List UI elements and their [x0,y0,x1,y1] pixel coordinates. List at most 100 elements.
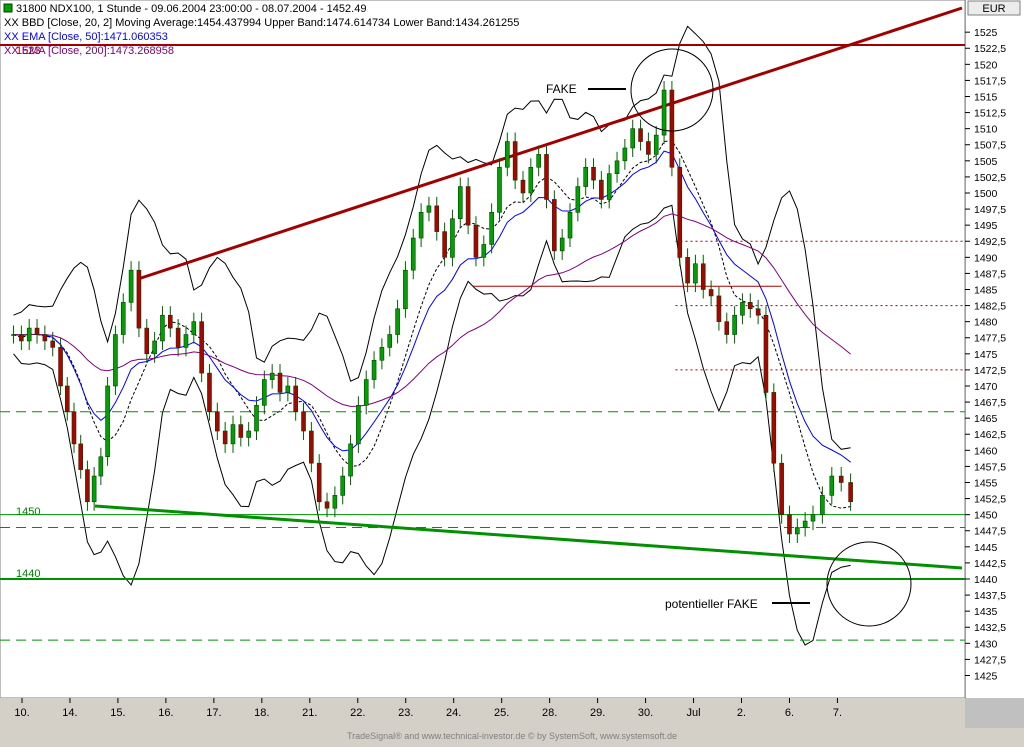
x-tick-label: 2. [737,707,746,719]
x-tick-label: 21. [302,707,317,719]
candle-body [160,314,165,342]
candle-body [473,224,479,258]
x-tick-label: 6. [785,707,794,719]
candle-body [199,321,204,374]
candle-body [481,244,487,258]
price-chart: EUR 1525 1522,5 1520 1517,5 1515 1512,5 1510 15… [0,0,1024,742]
candle-body [254,404,259,432]
x-tick-label: 10. [14,707,29,719]
candle-body [497,166,502,213]
candle-body [457,186,463,220]
x-axis-area [0,698,965,728]
y-tick-label: 1465 [974,413,998,425]
candle-body [85,469,90,503]
candle-body [105,385,110,458]
candle-body [222,430,228,445]
x-tick-label: 17. [206,707,221,719]
candle-body [26,327,32,342]
y-tick-label: 1430 [974,638,998,650]
candle-body [113,334,118,387]
x-tick-label: 14. [62,707,77,719]
candle-body [340,475,346,496]
candle-body [732,314,737,335]
candle-body [64,385,70,413]
y-tick-label: 1452,5 [974,494,1006,506]
y-tick-label: 1435 [974,606,998,618]
candle-body [848,482,853,503]
candle-body [293,385,298,413]
y-tick-label: 1497,5 [974,204,1006,216]
header-line4: XX EMA [Close, 200]:1473.268958 [4,45,174,57]
candle-body [591,166,596,181]
candle-body [167,314,173,329]
y-tick-label: 1490 [974,252,998,264]
candle-body [42,334,48,342]
y-tick-label: 1440 [974,574,998,586]
potential-fake-label: potentieller FAKE [665,597,758,611]
y-tick-label: 1517,5 [974,75,1006,87]
candle-body [838,475,844,483]
candle-body [661,89,667,136]
candle-body [520,179,526,194]
candle-body [395,308,400,335]
candle-body [309,430,314,464]
candle-body [215,411,220,432]
candle-body [552,199,557,252]
candle-body [716,295,722,322]
y-tick-label: 1512,5 [974,108,1006,120]
candle-body [191,321,197,335]
candle-body [747,302,753,310]
candle-body [700,263,706,290]
x-tick-label: 18. [254,707,269,719]
x-tick-label: 30. [638,707,653,719]
y-tick-label: 1460 [974,445,998,457]
candle-body [324,501,330,509]
y-tick-label: 1515 [974,91,998,103]
candle-body [693,263,698,284]
y-tick-label: 1470 [974,381,998,393]
footer-credit: TradeSignal® and www.technical-investor.… [347,731,677,741]
candle-body [426,205,432,213]
y-tick-label: 1462,5 [974,429,1006,441]
y-tick-label: 1492,5 [974,236,1006,248]
y-tick-label: 1457,5 [974,461,1006,473]
y-tick-label: 1485 [974,284,998,296]
candle-body [614,160,620,174]
candle-body [653,134,659,155]
x-tick-label: 24. [446,707,461,719]
candle-body [779,462,784,515]
candle-body [387,334,393,348]
candle-body [34,327,40,335]
candle-body [646,141,651,155]
y-tick-label: 1520 [974,59,998,71]
candle-body [207,372,212,413]
candle-body [316,462,322,503]
y-tick-label: 1487,5 [974,268,1006,280]
candle-body [91,475,97,503]
y-tick-label: 1507,5 [974,140,1006,152]
candle-body [724,321,730,335]
y-tick-label: 1495 [974,220,998,232]
candle-body [559,237,565,252]
chart-root: EUR 1525 1522,5 1520 1517,5 1515 1512,5 1510 15… [0,0,1024,742]
candle-body [505,141,510,168]
candle-body [787,514,792,535]
x-tick-label: 25. [494,707,509,719]
candle-body [740,302,745,316]
candle-body [669,89,675,168]
candle-body [638,128,643,142]
candle-body [11,334,16,336]
candle-body [348,443,353,477]
candle-body [277,372,283,393]
candle-body [583,166,588,187]
y-tick-label: 1480 [974,317,998,329]
y-tick-label: 1427,5 [974,654,1006,666]
candle-body [403,269,408,310]
header-line2: XX BBD [Close, 20, 2] Moving Average:145… [4,17,519,29]
y-tick-label: 1475 [974,349,998,361]
candle-body [379,347,385,361]
candle-body [175,327,181,348]
y-tick-label: 1450 [974,510,998,522]
candle-body [371,359,377,380]
candle-body [418,211,424,239]
